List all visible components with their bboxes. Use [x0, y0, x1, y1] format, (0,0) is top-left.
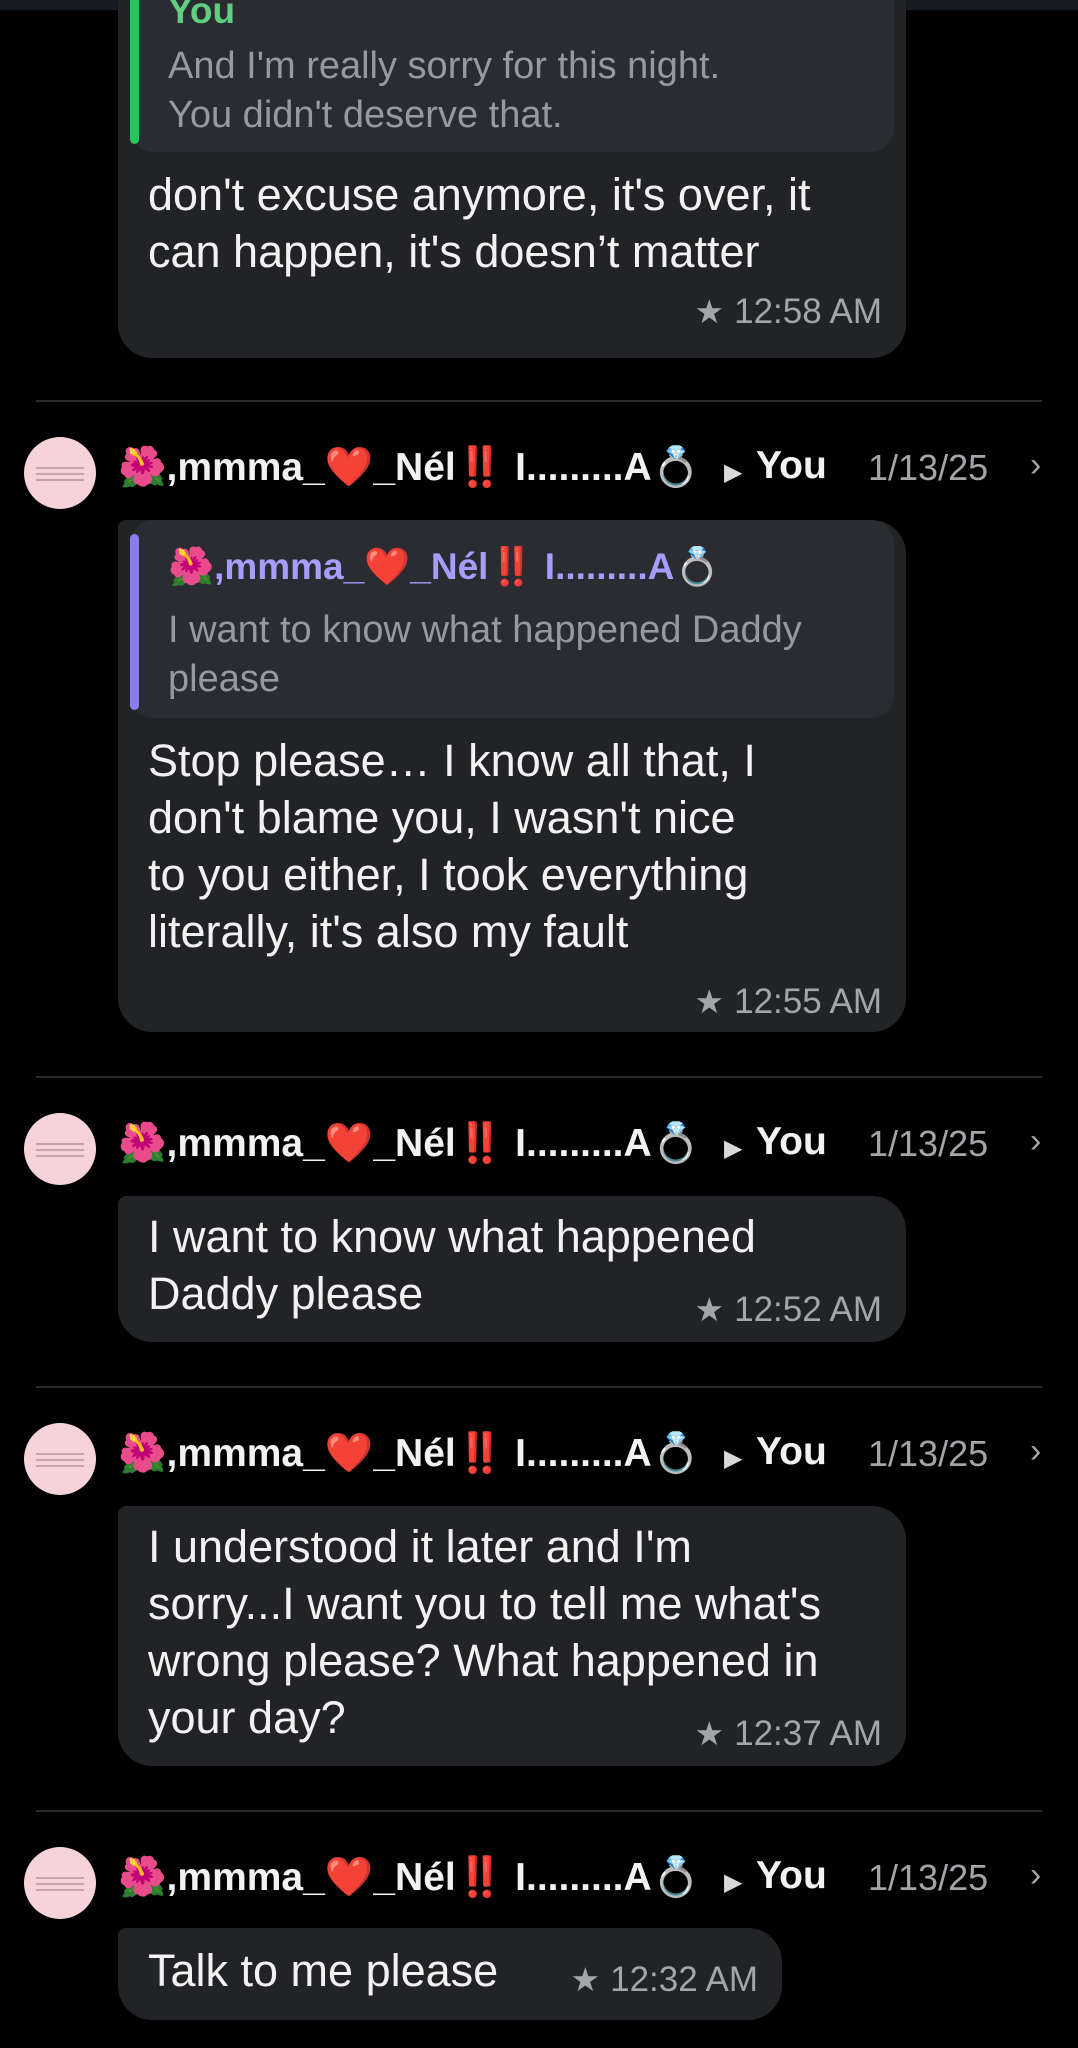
- arrow-right-icon: ▶: [724, 1869, 743, 1896]
- quote-text-line: And I'm really sorry for this night.: [168, 45, 721, 87]
- chevron-right-icon[interactable]: ›: [1030, 446, 1041, 485]
- message-time-text: 12:37 AM: [734, 1714, 882, 1753]
- message-text-line: to you either, I took everything: [148, 849, 749, 900]
- message-text-line: Daddy please: [148, 1268, 424, 1319]
- sender-name[interactable]: 🌺,mmma_❤️_Nél‼️ I.........A💍: [118, 1120, 700, 1166]
- message-text-line: don't blame you, I wasn't nice: [148, 792, 736, 843]
- recipient-name: You: [756, 1430, 827, 1473]
- message-divider: [36, 1810, 1042, 1812]
- star-icon[interactable]: ★: [695, 983, 725, 1020]
- message-bubble[interactable]: 🌺,mmma_❤️_Nél‼️ I.........A💍 I want to k…: [118, 520, 906, 1032]
- quote-text-line: please: [168, 658, 280, 700]
- avatar[interactable]: [24, 1113, 96, 1185]
- message-bubble[interactable]: I understood it later and I'm sorry...I …: [118, 1506, 906, 1766]
- message-divider: [36, 400, 1042, 402]
- message-text-line: I understood it later and I'm: [148, 1521, 692, 1572]
- message-time-text: 12:58 AM: [734, 292, 882, 331]
- star-icon[interactable]: ★: [695, 1715, 725, 1752]
- message-time-text: 12:52 AM: [734, 1290, 882, 1329]
- message-text-line: Stop please… I know all that, I: [148, 735, 756, 786]
- chevron-right-icon[interactable]: ›: [1030, 1856, 1041, 1895]
- message-text-line: wrong please? What happened in: [148, 1635, 819, 1686]
- quote-author: 🌺,mmma_❤️_Nél‼️ I.........A💍: [168, 546, 721, 587]
- message-bubble[interactable]: You And I'm really sorry for this night.…: [118, 0, 906, 358]
- message-text-line: I want to know what happened: [148, 1211, 756, 1262]
- message-time-text: 12:32 AM: [610, 1960, 758, 1999]
- message-time-text: 12:55 AM: [734, 982, 882, 1021]
- message-text-line: literally, it's also my fault: [148, 906, 629, 957]
- message-text-line: sorry...I want you to tell me what's: [148, 1578, 822, 1629]
- avatar[interactable]: [24, 1847, 96, 1919]
- message-bubble[interactable]: I want to know what happened Daddy pleas…: [118, 1196, 906, 1342]
- message-date: 1/13/25: [868, 447, 989, 488]
- sender-name[interactable]: 🌺,mmma_❤️_Nél‼️ I.........A💍: [118, 1430, 700, 1476]
- message-time: ★ 12:52 AM: [695, 1290, 882, 1330]
- message-text-line: can happen, it's doesn’t matter: [148, 226, 760, 277]
- message-date: 1/13/25: [868, 1123, 989, 1164]
- arrow-right-icon: ▶: [724, 1445, 743, 1472]
- sender-name[interactable]: 🌺,mmma_❤️_Nél‼️ I.........A💍: [118, 1854, 700, 1900]
- message-time: ★ 12:37 AM: [695, 1714, 882, 1754]
- avatar[interactable]: [24, 437, 96, 509]
- quote-accent-bar: [130, 0, 139, 144]
- arrow-right-icon: ▶: [724, 459, 743, 486]
- star-icon[interactable]: ★: [571, 1961, 601, 1998]
- message-header[interactable]: 🌺,mmma_❤️_Nél‼️ I.........A💍 ▶ You 1/13/…: [0, 1110, 1078, 1190]
- recipient-name: You: [756, 1854, 827, 1897]
- message-text-line: your day?: [148, 1692, 346, 1743]
- message-time: ★ 12:55 AM: [695, 982, 882, 1022]
- quote-text-line: You didn't deserve that.: [168, 94, 563, 136]
- sender-name[interactable]: 🌺,mmma_❤️_Nél‼️ I.........A💍: [118, 444, 700, 490]
- chevron-right-icon[interactable]: ›: [1030, 1432, 1041, 1471]
- message-text-line: Talk to me please: [148, 1945, 499, 1996]
- message-time: ★ 12:58 AM: [695, 292, 882, 332]
- recipient-name: You: [756, 1120, 827, 1163]
- message-divider: [36, 1076, 1042, 1078]
- chevron-right-icon[interactable]: ›: [1030, 1122, 1041, 1161]
- message-bubble[interactable]: Talk to me please ★ 12:32 AM: [118, 1928, 782, 2020]
- arrow-right-icon: ▶: [724, 1135, 743, 1162]
- message-divider: [36, 1386, 1042, 1388]
- quote-author: You: [168, 0, 236, 31]
- message-text-line: don't excuse anymore, it's over, it: [148, 169, 811, 220]
- recipient-name: You: [756, 444, 827, 487]
- avatar[interactable]: [24, 1423, 96, 1495]
- quoted-message[interactable]: 🌺,mmma_❤️_Nél‼️ I.........A💍 I want to k…: [130, 520, 894, 718]
- star-icon[interactable]: ★: [695, 1291, 725, 1328]
- message-header[interactable]: 🌺,mmma_❤️_Nél‼️ I.........A💍 ▶ You 1/13/…: [0, 434, 1078, 514]
- star-icon[interactable]: ★: [695, 293, 725, 330]
- quoted-message[interactable]: You And I'm really sorry for this night.…: [130, 0, 894, 152]
- message-date: 1/13/25: [868, 1433, 989, 1474]
- message-date: 1/13/25: [868, 1857, 989, 1898]
- quote-accent-bar: [130, 534, 139, 710]
- message-time: ★ 12:32 AM: [571, 1960, 758, 2000]
- quote-text-line: I want to know what happened Daddy: [168, 609, 802, 651]
- message-header[interactable]: 🌺,mmma_❤️_Nél‼️ I.........A💍 ▶ You 1/13/…: [0, 1844, 1078, 1924]
- message-header[interactable]: 🌺,mmma_❤️_Nél‼️ I.........A💍 ▶ You 1/13/…: [0, 1420, 1078, 1500]
